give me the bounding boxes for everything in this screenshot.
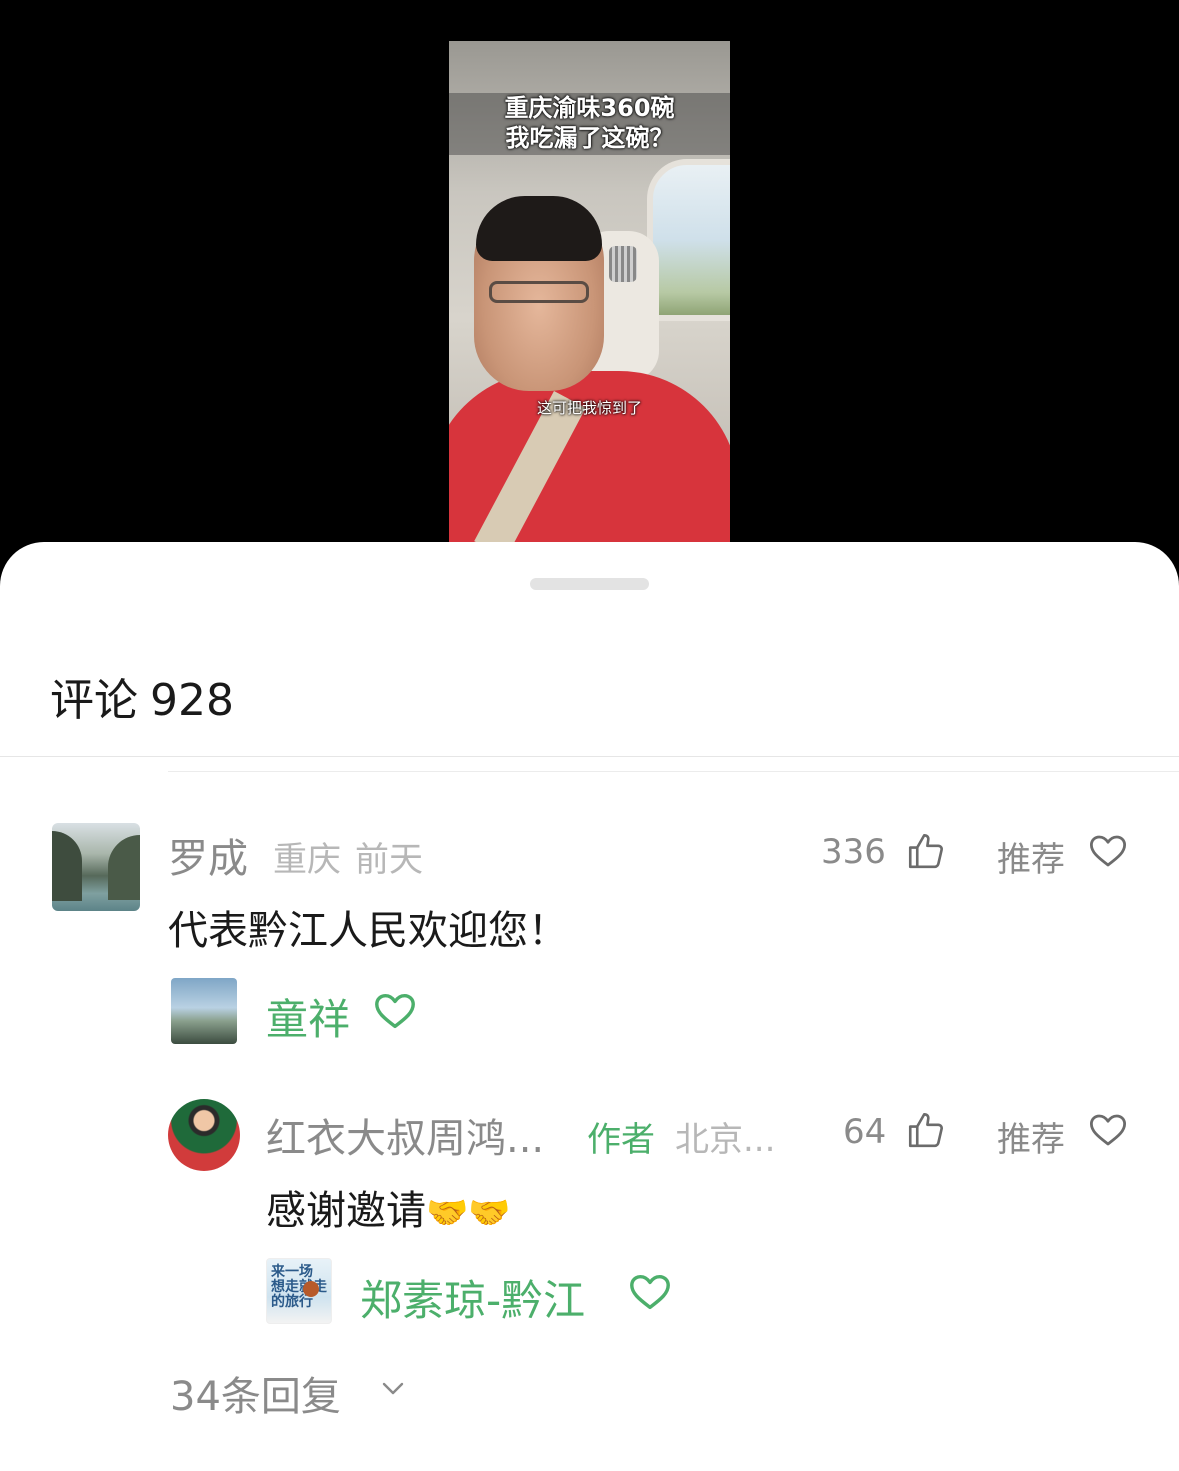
heart-icon[interactable] [1087,1109,1129,1151]
glasses [489,281,589,303]
drag-handle[interactable] [530,578,649,590]
reply-location: 北京... [675,1120,776,1160]
car-window [647,159,730,321]
video-subtitle: 这可把我惊到了 [536,399,642,417]
liker-name[interactable]: 郑素琼-黔江 [360,1267,585,1328]
thumbs-up-icon[interactable] [905,1109,947,1151]
like-count: 336 [821,832,886,872]
more-replies-link[interactable]: 34条回复 [170,1364,341,1422]
video-title-line-2: 我吃漏了这碗？ [505,124,674,152]
seat-grille [609,246,637,282]
handshake-emoji: 🤝🤝 [426,1193,511,1233]
comment-text[interactable]: 代表黔江人民欢迎您！ [168,898,568,956]
like-count: 64 [843,1112,887,1152]
liker-name[interactable]: 童祥 [266,986,350,1047]
video-area[interactable]: 重庆渝味360碗 我吃漏了这碗？ 这可把我惊到了 [0,0,1179,560]
liker-avatar[interactable] [171,978,237,1044]
comment-username[interactable]: 罗成 [168,826,248,884]
recommend-label[interactable]: 推荐 [997,832,1065,881]
video-title: 重庆渝味360碗 我吃漏了这碗？ [449,93,730,155]
heart-icon [630,1274,670,1310]
avatar[interactable] [168,1099,240,1171]
thumbs-up-icon[interactable] [905,830,947,872]
heart-icon [375,993,415,1029]
author-tag: 作者 [587,1120,655,1160]
divider [168,771,1179,772]
liker-avatar-dot [303,1281,319,1297]
comment-location: 重庆 [273,840,341,880]
comment-time: 前天 [355,840,423,880]
avatar[interactable] [52,823,140,911]
comments-title: 评论 [50,675,138,726]
divider [0,756,1179,757]
video-player[interactable]: 重庆渝味360碗 我吃漏了这碗？ 这可把我惊到了 [449,41,730,546]
person-hair [476,196,602,261]
comments-sheet: 评论 928 罗成 重庆 前天 336 推荐 代表黔江人民欢迎您！ 童祥 红衣大叔… [0,542,1179,1471]
reply-text-body: 感谢邀请 [266,1188,426,1234]
chevron-down-icon[interactable] [380,1380,406,1398]
reply-username[interactable]: 红衣大叔周鸿... [266,1106,544,1164]
comments-header: 评论 928 [50,664,246,728]
comments-count: 928 [150,675,234,726]
reply-text[interactable]: 感谢邀请🤝🤝 [266,1178,511,1236]
recommend-label[interactable]: 推荐 [997,1112,1065,1161]
video-title-line-1: 重庆渝味360碗 [504,94,675,122]
liker-avatar[interactable]: 来一场 想走就走 的旅行 [266,1258,332,1324]
heart-icon[interactable] [1087,830,1129,872]
